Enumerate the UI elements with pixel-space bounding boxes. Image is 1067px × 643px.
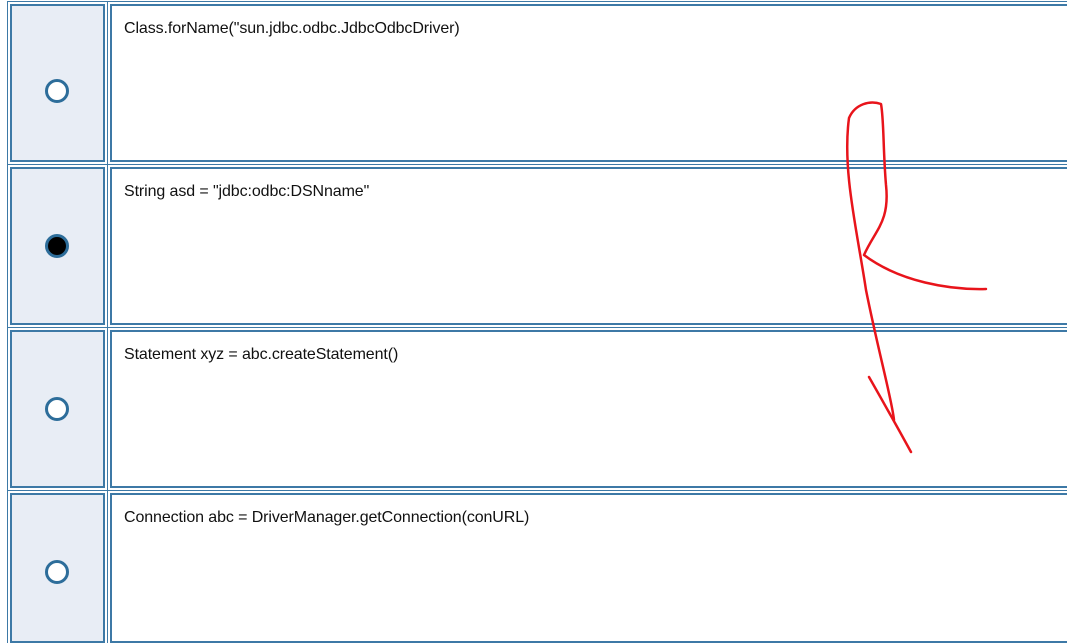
radio-button-option-1[interactable]	[45, 79, 69, 103]
option-text-cell[interactable]: Statement xyz = abc.createStatement()	[107, 327, 1067, 491]
radio-cell[interactable]	[7, 1, 108, 165]
option-row-3[interactable]: Statement xyz = abc.createStatement()	[0, 327, 1067, 491]
option-row-1[interactable]: Class.forName("sun.jdbc.odbc.JdbcOdbcDri…	[0, 1, 1067, 165]
option-text: Connection abc = DriverManager.getConnec…	[124, 509, 530, 526]
option-row-2[interactable]: String asd = "jdbc:odbc:DSNname"	[0, 164, 1067, 328]
radio-button-option-2[interactable]	[45, 234, 69, 258]
radio-cell[interactable]	[7, 164, 108, 328]
radio-cell[interactable]	[7, 327, 108, 491]
option-text-cell[interactable]: Class.forName("sun.jdbc.odbc.JdbcOdbcDri…	[107, 1, 1067, 165]
option-text: Statement xyz = abc.createStatement()	[124, 346, 399, 363]
radio-cell[interactable]	[7, 490, 108, 643]
radio-button-option-4[interactable]	[45, 560, 69, 584]
option-row-4[interactable]: Connection abc = DriverManager.getConnec…	[0, 490, 1067, 643]
option-text: Class.forName("sun.jdbc.odbc.JdbcOdbcDri…	[124, 20, 460, 37]
option-text: String asd = "jdbc:odbc:DSNname"	[124, 183, 370, 200]
radio-button-option-3[interactable]	[45, 397, 69, 421]
option-text-cell[interactable]: Connection abc = DriverManager.getConnec…	[107, 490, 1067, 643]
option-text-cell[interactable]: String asd = "jdbc:odbc:DSNname"	[107, 164, 1067, 328]
answer-options: Class.forName("sun.jdbc.odbc.JdbcOdbcDri…	[0, 0, 1067, 643]
